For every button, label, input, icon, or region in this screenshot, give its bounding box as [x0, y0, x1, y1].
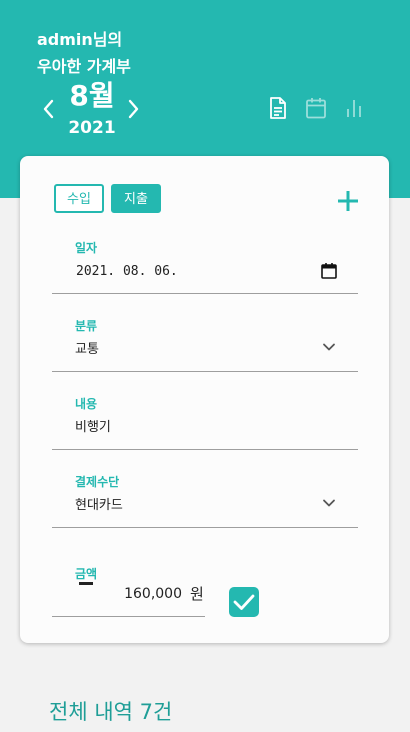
app-title-line2: 우아한 가계부: [37, 57, 131, 76]
currency-label: 원: [190, 585, 204, 603]
content-field[interactable]: 내용 비행기: [52, 391, 358, 450]
content-label: 내용: [75, 397, 98, 411]
month-label: 8월: [69, 79, 115, 112]
income-button[interactable]: 수입: [54, 184, 104, 213]
amount-input[interactable]: 160,000: [98, 586, 182, 602]
history-summary: 전체 내역 7건: [49, 700, 173, 724]
chevron-left-icon: [40, 98, 58, 120]
prev-month-button[interactable]: [40, 98, 58, 120]
app-title: admin님의 우아한 가계부: [37, 26, 131, 80]
category-field[interactable]: 분류 교통: [52, 313, 358, 372]
content-value: 비행기: [75, 420, 111, 435]
document-icon[interactable]: [266, 96, 290, 120]
expense-button[interactable]: 지출: [111, 184, 161, 213]
payment-method-label: 결제수단: [75, 475, 120, 489]
amount-label: 금액: [75, 567, 98, 581]
category-dropdown-toggle[interactable]: [320, 338, 338, 356]
calendar-icon[interactable]: [304, 96, 328, 120]
amount-field[interactable]: 금액 160,000 원: [52, 561, 205, 617]
calendar-icon: [320, 262, 338, 280]
app-title-line1: admin님의: [37, 30, 123, 49]
minus-icon[interactable]: [79, 582, 93, 585]
next-month-button[interactable]: [124, 98, 142, 120]
month-navigator: 8월 2021: [40, 79, 144, 138]
add-button[interactable]: [336, 189, 360, 213]
payment-method-field[interactable]: 결제수단 현대카드: [52, 469, 358, 528]
date-value: 2021. 08. 06.: [76, 264, 178, 279]
chevron-down-icon: [320, 338, 338, 356]
chevron-right-icon: [124, 98, 142, 120]
checkmark-icon: [229, 587, 259, 617]
payment-dropdown-toggle[interactable]: [320, 494, 338, 512]
entry-form-card: 수입 지출 일자 2021. 08. 06. 분류 교통 내용 비행기 결제수단…: [20, 156, 389, 643]
date-field[interactable]: 일자 2021. 08. 06.: [52, 235, 358, 294]
chevron-down-icon: [320, 494, 338, 512]
year-label: 2021: [68, 118, 116, 138]
category-label: 분류: [75, 319, 98, 333]
bar-chart-icon[interactable]: [342, 96, 366, 120]
plus-icon: [336, 189, 360, 213]
calendar-picker-button[interactable]: [320, 262, 338, 280]
payment-method-value: 현대카드: [75, 498, 123, 513]
category-value: 교통: [75, 342, 99, 357]
confirm-button[interactable]: [229, 587, 259, 617]
date-label: 일자: [75, 241, 98, 255]
